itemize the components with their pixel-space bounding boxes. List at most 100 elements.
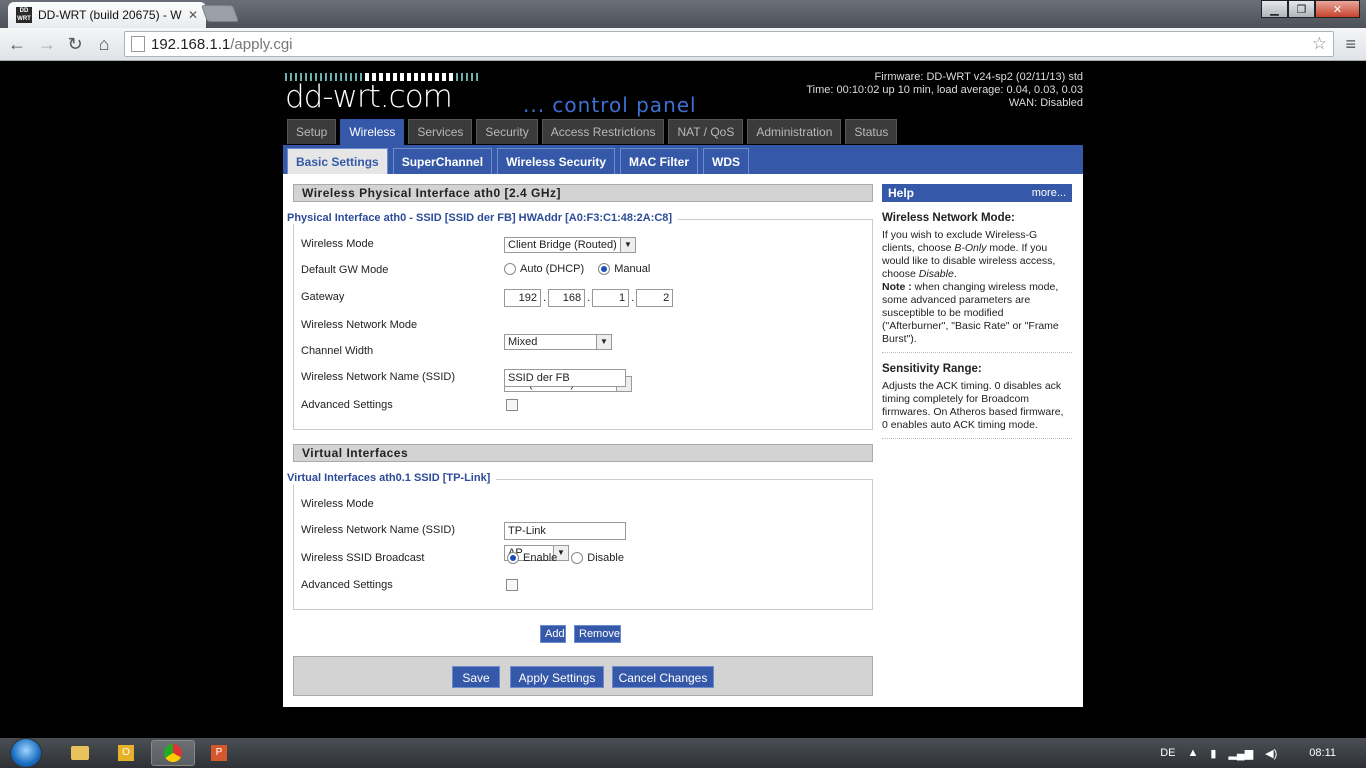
gateway-octet-3[interactable]: 1: [592, 289, 630, 307]
language-indicator[interactable]: DE: [1160, 747, 1175, 759]
subtab-mac-filter[interactable]: MAC Filter: [620, 148, 699, 174]
tab-wireless[interactable]: Wireless: [340, 119, 405, 145]
help-header: Help more...: [882, 184, 1072, 202]
firmware-version: Firmware: DD-WRT v24-sp2 (02/11/13) std: [874, 71, 1083, 83]
virtual-legend: Virtual Interfaces ath0.1 SSID [TP-Link]: [287, 472, 497, 484]
close-window-icon[interactable]: ✕: [1315, 0, 1360, 18]
help-s2-title: Sensitivity Range:: [882, 363, 982, 375]
close-tab-icon[interactable]: ✕: [188, 8, 198, 22]
url-host: 192.168.1.1: [151, 35, 231, 53]
signal-icon[interactable]: ▂▄▆: [1228, 747, 1253, 760]
back-arrow-icon[interactable]: ←: [6, 34, 28, 56]
browser-tab[interactable]: DD WRT DD-WRT (build 20675) - W ✕: [8, 2, 206, 28]
broadcast-disable-label: Disable: [587, 552, 624, 564]
tab-administration[interactable]: Administration: [747, 119, 842, 144]
subtab-superchannel[interactable]: SuperChannel: [392, 148, 493, 174]
chevron-down-icon: ▼: [620, 238, 635, 252]
ssid-broadcast-radios: Enable Disable: [507, 552, 624, 564]
help-s1-title: Wireless Network Mode:: [882, 212, 1015, 224]
clock[interactable]: 08:11: [1309, 747, 1336, 759]
minimize-icon[interactable]: ▁: [1261, 0, 1288, 18]
subtab-wds[interactable]: WDS: [703, 148, 750, 174]
gateway-octet-1[interactable]: 192: [504, 289, 541, 307]
gateway-label: Gateway: [301, 291, 345, 303]
gateway-octet-4[interactable]: 2: [636, 289, 674, 307]
apply-settings-button[interactable]: Apply Settings: [510, 666, 604, 688]
ssid-input[interactable]: SSID der FB: [504, 369, 626, 387]
reload-icon[interactable]: ↻: [64, 34, 86, 56]
virtual-advanced-checkbox[interactable]: [506, 579, 518, 591]
virtual-ssid-label: Wireless Network Name (SSID): [301, 524, 456, 536]
net-mode-value: Mixed: [508, 336, 538, 348]
help-more-link[interactable]: more...: [1032, 184, 1066, 202]
volume-icon[interactable]: ◀): [1265, 747, 1277, 760]
sub-tabs: Basic Settings SuperChannel Wireless Secur…: [283, 145, 1083, 174]
firmware-info: Firmware: DD-WRT v24-sp2 (02/11/13) std …: [806, 71, 1083, 110]
gateway-octet-2[interactable]: 168: [548, 289, 586, 307]
new-tab-button[interactable]: [200, 5, 240, 22]
virtual-section-title: Virtual Interfaces: [293, 444, 873, 462]
bookmark-star-icon[interactable]: ☆: [1312, 34, 1327, 54]
system-tray: DE ▲ ▮ ▂▄▆ ◀) 08:11: [1160, 738, 1366, 768]
help-s1-note-label: Note :: [882, 281, 912, 293]
ssid-broadcast-label: Wireless SSID Broadcast: [301, 552, 425, 564]
gw-auto-label: Auto (DHCP): [520, 263, 585, 275]
powerpoint-icon[interactable]: P: [197, 740, 241, 766]
maximize-icon[interactable]: ❐: [1288, 0, 1315, 18]
wireless-mode-value: Client Bridge (Routed): [508, 239, 617, 251]
window-controls: ▁ ❐ ✕: [1261, 0, 1360, 18]
explorer-icon[interactable]: [58, 740, 102, 766]
gw-mode-label: Default GW Mode: [301, 264, 389, 276]
chrome-icon[interactable]: [151, 740, 195, 766]
broadcast-enable-label: Enable: [523, 552, 558, 564]
net-mode-select[interactable]: Mixed ▼: [504, 334, 612, 350]
tab-security[interactable]: Security: [476, 119, 538, 144]
subtab-basic-settings[interactable]: Basic Settings: [287, 148, 388, 174]
tab-access-restrictions[interactable]: Access Restrictions: [541, 119, 665, 144]
help-panel: Help more... Wireless Network Mode: If yo…: [882, 184, 1072, 439]
add-button[interactable]: Add: [540, 625, 566, 643]
virtual-wireless-mode-label: Wireless Mode: [301, 498, 374, 510]
tab-status[interactable]: Status: [845, 119, 898, 144]
broadcast-enable-radio[interactable]: [507, 552, 519, 564]
start-button[interactable]: [10, 738, 42, 768]
tab-services[interactable]: Services: [408, 119, 473, 144]
wireless-mode-select[interactable]: Client Bridge (Routed) ▼: [504, 237, 636, 253]
page-header: dd-wrt.com ... control panel Firmware: D…: [283, 61, 1083, 145]
help-wireless-mode: Wireless Network Mode: If you wish to ex…: [882, 212, 1072, 353]
gw-manual-label: Manual: [614, 263, 651, 275]
forward-arrow-icon[interactable]: →: [36, 34, 58, 56]
address-bar[interactable]: 192.168.1.1/apply.cgi ☆: [124, 31, 1334, 57]
save-button[interactable]: Save: [452, 666, 500, 688]
virtual-ssid-input[interactable]: TP-Link: [504, 522, 626, 540]
subtab-wireless-security[interactable]: Wireless Security: [497, 148, 616, 174]
cancel-changes-button[interactable]: Cancel Changes: [612, 666, 714, 688]
taskbar: O P DE ▲ ▮ ▂▄▆ ◀) 08:11: [0, 738, 1366, 768]
physical-legend: Physical Interface ath0 - SSID [SSID der…: [287, 212, 679, 224]
main-content: Wireless Physical Interface ath0 [2.4 GH…: [283, 174, 1083, 707]
gw-auto-radio[interactable]: [504, 263, 516, 275]
gateway-input: 192. 168. 1. 2: [504, 289, 674, 307]
control-panel-tagline: ... control panel: [523, 93, 697, 117]
help-s1-em2: Disable: [918, 268, 954, 280]
tab-setup[interactable]: Setup: [287, 119, 337, 144]
remove-button[interactable]: Remove: [574, 625, 621, 643]
home-icon[interactable]: ⌂: [93, 34, 115, 56]
ddwrt-page: dd-wrt.com ... control panel Firmware: D…: [283, 61, 1083, 707]
broadcast-disable-radio[interactable]: [571, 552, 584, 564]
browser-titlebar: DD WRT DD-WRT (build 20675) - W ✕ ▁ ❐ ✕: [0, 0, 1366, 28]
tab-nat-qos[interactable]: NAT / QoS: [668, 119, 744, 144]
tab-title: DD-WRT (build 20675) - W: [38, 8, 182, 22]
outlook-icon[interactable]: O: [104, 740, 148, 766]
menu-icon[interactable]: ≡: [1345, 34, 1356, 55]
logo-text: dd-wrt.com: [285, 79, 453, 115]
help-s1-text-c: .: [953, 268, 957, 280]
gw-manual-radio[interactable]: [598, 263, 611, 275]
advanced-settings-checkbox[interactable]: [506, 399, 518, 411]
gw-mode-radios: Auto (DHCP) Manual: [504, 263, 650, 275]
battery-icon[interactable]: ▮: [1210, 747, 1216, 760]
net-mode-label: Wireless Network Mode: [301, 319, 418, 331]
tray-expand-icon[interactable]: ▲: [1187, 747, 1198, 759]
ddwrt-logo: dd-wrt.com: [285, 73, 500, 115]
main-tabs: Setup Wireless Services Security Access Rest…: [287, 119, 898, 145]
